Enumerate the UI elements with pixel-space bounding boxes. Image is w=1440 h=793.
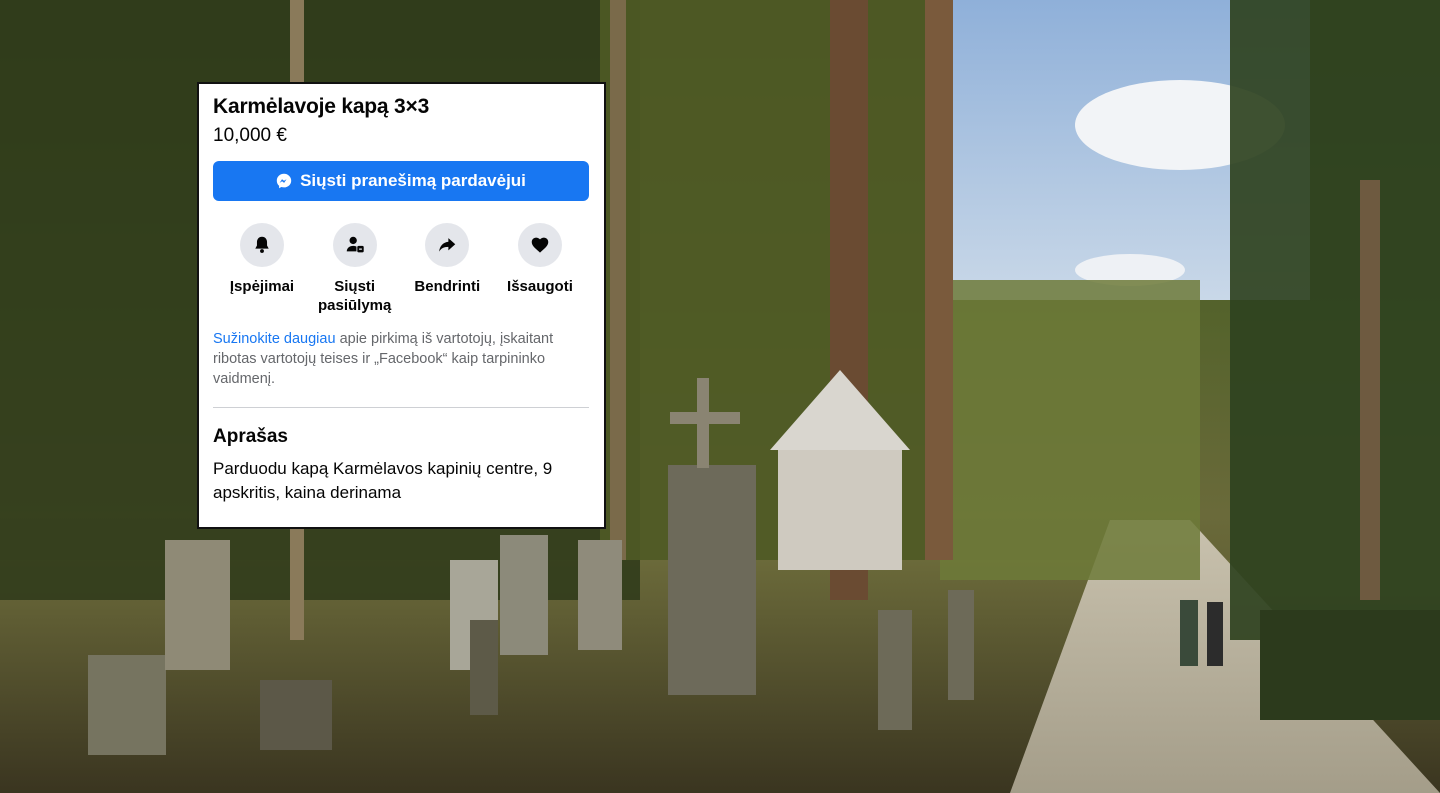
description-text: Parduodu kapą Karmėlavos kapinių centre,… [213,459,553,502]
share-button[interactable]: Bendrinti [402,223,492,315]
alerts-button[interactable]: Įspėjimai [217,223,307,315]
listing-actions: Įspėjimai Siųsti pasiūlymą Bendrinti Išs… [213,223,589,315]
share-icon-circle [425,223,470,267]
learn-more-link[interactable]: Sužinokite daugiau [213,331,336,347]
alerts-label: Įspėjimai [229,278,295,295]
messenger-icon [276,173,292,189]
save-button[interactable]: Išsaugoti [495,223,585,315]
message-seller-label: Siųsti pranešimą pardavėjui [300,171,526,190]
marketplace-listing-card: Karmėlavoje kapą 3×3 10,000 € Siųsti pra… [197,82,606,529]
send-offer-label: Siųsti pasiūlymą [317,278,392,314]
section-divider [213,407,589,408]
save-label: Išsaugoti [507,278,573,295]
send-offer-icon-circle [332,223,377,267]
cemetery-photo-background: Karmėlavoje kapą 3×3 10,000 € Siųsti pra… [0,0,1440,793]
message-seller-button[interactable]: Siųsti pranešimą pardavėjui [213,161,589,201]
share-label: Bendrinti [414,278,481,295]
listing-title: Karmėlavoje kapą 3×3 [213,95,430,118]
description-heading: Aprašas [213,426,288,447]
bell-icon [255,236,269,253]
heart-icon [531,237,549,253]
listing-price: 10,000 € [213,125,287,146]
offer-icon [346,236,364,253]
share-icon [439,238,456,252]
consumer-purchase-info: Sužinokite daugiau apie pirkimą iš varto… [213,329,589,389]
alerts-icon-circle [240,223,284,267]
save-icon-circle [517,223,562,267]
send-offer-button[interactable]: Siųsti pasiūlymą [310,223,400,315]
